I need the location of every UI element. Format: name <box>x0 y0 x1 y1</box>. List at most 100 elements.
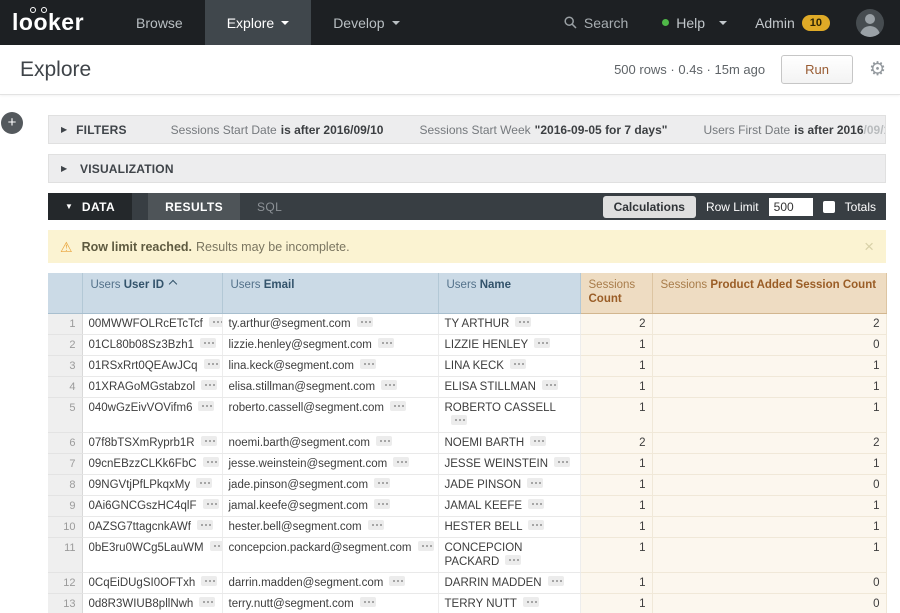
cell-count[interactable]: 1 <box>580 355 652 376</box>
cell-menu-icon[interactable] <box>510 359 526 369</box>
cell-user-id[interactable]: 01RSxRrt0QEAwJCq <box>82 355 222 376</box>
cell-email[interactable]: lizzie.henley@segment.com <box>222 334 438 355</box>
cell-user-id[interactable]: 09cnEBzzCLKk6FbC <box>82 453 222 474</box>
cell-user-id[interactable]: 0bE3ru0WCg5LauWM <box>82 537 222 572</box>
cell-email[interactable]: hester.bell@segment.com <box>222 516 438 537</box>
totals-checkbox[interactable] <box>823 201 835 213</box>
cell-product-added-session-count[interactable]: 1 <box>652 397 886 432</box>
cell-name[interactable]: ELISA STILLMAN <box>438 376 580 397</box>
section-collapsed-caret-icon[interactable]: ▶ <box>61 125 67 134</box>
cell-email[interactable]: jesse.weinstein@segment.com <box>222 453 438 474</box>
cell-product-added-session-count[interactable]: 1 <box>652 453 886 474</box>
add-field-button[interactable]: + <box>1 112 23 134</box>
cell-menu-icon[interactable] <box>201 436 217 446</box>
nav-item-browse[interactable]: Browse <box>114 0 205 45</box>
cell-menu-icon[interactable] <box>548 576 564 586</box>
filter-item[interactable]: Sessions Start Week"2016-09-05 for 7 day… <box>419 123 667 137</box>
cell-menu-icon[interactable] <box>374 499 390 509</box>
cell-product-added-session-count[interactable]: 1 <box>652 495 886 516</box>
cell-name[interactable]: JADE PINSON <box>438 474 580 495</box>
search-button[interactable]: Search <box>546 15 646 31</box>
row-limit-input[interactable] <box>769 198 813 216</box>
run-button[interactable]: Run <box>781 55 853 84</box>
column-header-product-added-session-count[interactable]: Sessions Product Added Session Count <box>652 273 886 313</box>
cell-user-id[interactable]: 0Ai6GNCGszHC4qlF <box>82 495 222 516</box>
cell-count[interactable]: 1 <box>580 474 652 495</box>
cell-name[interactable]: TERRY NUTT <box>438 593 580 613</box>
close-icon[interactable]: × <box>864 238 874 255</box>
cell-email[interactable]: terry.nutt@segment.com <box>222 593 438 613</box>
cell-user-id[interactable]: 01CL80b08Sz3Bzh1 <box>82 334 222 355</box>
column-header-user-id[interactable]: Users User ID <box>82 273 222 313</box>
cell-menu-icon[interactable] <box>530 436 546 446</box>
admin-menu[interactable]: Admin 10 <box>743 15 842 31</box>
cell-count[interactable]: 1 <box>580 516 652 537</box>
cell-menu-icon[interactable] <box>390 401 406 411</box>
cell-product-added-session-count[interactable]: 1 <box>652 537 886 572</box>
cell-name[interactable]: LINA KECK <box>438 355 580 376</box>
tab-sql[interactable]: SQL <box>240 193 299 220</box>
cell-user-id[interactable]: 0d8R3WIUB8pllNwh <box>82 593 222 613</box>
cell-count[interactable]: 2 <box>580 432 652 453</box>
gear-icon[interactable]: ⚙ <box>869 60 886 79</box>
cell-menu-icon[interactable] <box>197 520 213 530</box>
cell-menu-icon[interactable] <box>554 457 570 467</box>
cell-name[interactable]: HESTER BELL <box>438 516 580 537</box>
data-section-header[interactable]: ▼ DATA <box>48 193 132 220</box>
cell-user-id[interactable]: 0CqEiDUgSI0OFTxh <box>82 572 222 593</box>
cell-email[interactable]: ty.arthur@segment.com <box>222 313 438 334</box>
cell-product-added-session-count[interactable]: 0 <box>652 334 886 355</box>
cell-email[interactable]: concepcion.packard@segment.com <box>222 537 438 572</box>
nav-item-develop[interactable]: Develop <box>311 0 421 45</box>
cell-user-id[interactable]: 00MWWFOLRcETcTcf <box>82 313 222 334</box>
cell-email[interactable]: darrin.madden@segment.com <box>222 572 438 593</box>
cell-user-id[interactable]: 040wGzEivVOVifm6 <box>82 397 222 432</box>
cell-product-added-session-count[interactable]: 1 <box>652 355 886 376</box>
cell-menu-icon[interactable] <box>199 597 215 607</box>
cell-menu-icon[interactable] <box>542 380 558 390</box>
cell-name[interactable]: NOEMI BARTH <box>438 432 580 453</box>
cell-menu-icon[interactable] <box>203 499 219 509</box>
cell-menu-icon[interactable] <box>376 436 392 446</box>
cell-email[interactable]: roberto.cassell@segment.com <box>222 397 438 432</box>
cell-email[interactable]: jade.pinson@segment.com <box>222 474 438 495</box>
cell-count[interactable]: 1 <box>580 376 652 397</box>
cell-menu-icon[interactable] <box>505 555 521 565</box>
cell-menu-icon[interactable] <box>389 576 405 586</box>
cell-product-added-session-count[interactable]: 2 <box>652 432 886 453</box>
cell-email[interactable]: elisa.stillman@segment.com <box>222 376 438 397</box>
cell-menu-icon[interactable] <box>204 359 220 369</box>
cell-user-id[interactable]: 07f8bTSXmRyprb1R <box>82 432 222 453</box>
cell-menu-icon[interactable] <box>374 478 390 488</box>
column-header-count[interactable]: Sessions Count <box>580 273 652 313</box>
cell-menu-icon[interactable] <box>527 478 543 488</box>
cell-product-added-session-count[interactable]: 0 <box>652 474 886 495</box>
filter-item[interactable]: Sessions Start Dateis after 2016/09/10 <box>171 123 384 137</box>
cell-email[interactable]: noemi.barth@segment.com <box>222 432 438 453</box>
cell-name[interactable]: JESSE WEINSTEIN <box>438 453 580 474</box>
cell-menu-icon[interactable] <box>360 359 376 369</box>
cell-menu-icon[interactable] <box>418 541 434 551</box>
cell-name[interactable]: TY ARTHUR <box>438 313 580 334</box>
nav-item-explore[interactable]: Explore <box>205 0 311 45</box>
calculations-button[interactable]: Calculations <box>603 196 696 218</box>
cell-menu-icon[interactable] <box>381 380 397 390</box>
cell-product-added-session-count[interactable]: 1 <box>652 516 886 537</box>
column-header-email[interactable]: Users Email <box>222 273 438 313</box>
cell-name[interactable]: DARRIN MADDEN <box>438 572 580 593</box>
cell-menu-icon[interactable] <box>534 338 550 348</box>
help-menu[interactable]: Help <box>646 15 743 31</box>
cell-menu-icon[interactable] <box>515 317 531 327</box>
cell-menu-icon[interactable] <box>201 380 217 390</box>
cell-menu-icon[interactable] <box>528 520 544 530</box>
cell-name[interactable]: JAMAL KEEFE <box>438 495 580 516</box>
cell-product-added-session-count[interactable]: 0 <box>652 572 886 593</box>
cell-count[interactable]: 1 <box>580 495 652 516</box>
cell-count[interactable]: 2 <box>580 313 652 334</box>
cell-count[interactable]: 1 <box>580 397 652 432</box>
cell-user-id[interactable]: 01XRAGoMGstabzol <box>82 376 222 397</box>
cell-menu-icon[interactable] <box>357 317 373 327</box>
section-expanded-caret-icon[interactable]: ▼ <box>65 202 73 211</box>
cell-count[interactable]: 1 <box>580 453 652 474</box>
cell-menu-icon[interactable] <box>200 338 216 348</box>
